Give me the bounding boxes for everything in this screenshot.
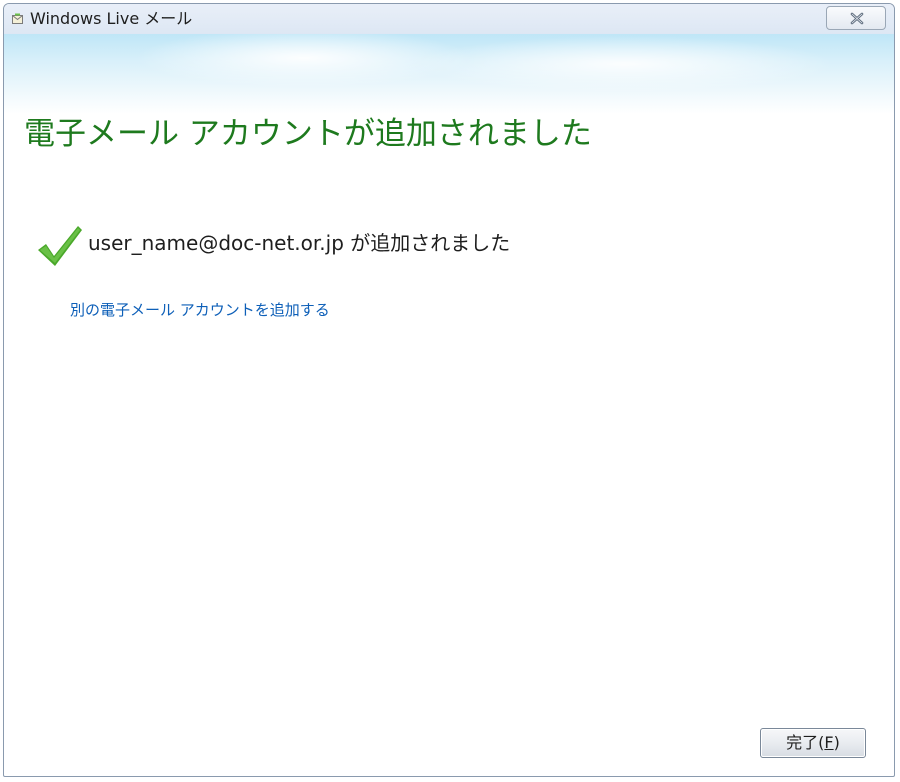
status-message: user_name@doc-net.or.jp が追加されました bbox=[88, 230, 510, 256]
dialog-window: Windows Live メール 電子メール アカウントが追加されました use… bbox=[3, 3, 895, 777]
finish-mnemonic: F bbox=[824, 733, 834, 752]
finish-button[interactable]: 完了(F) bbox=[760, 728, 866, 758]
windows-live-mail-icon bbox=[12, 13, 23, 24]
finish-label-suffix: ) bbox=[833, 733, 840, 752]
finish-label-prefix: 完了( bbox=[786, 733, 825, 752]
account-email: user_name@doc-net.or.jp bbox=[88, 231, 344, 255]
close-icon bbox=[850, 12, 864, 25]
status-suffix: が追加されました bbox=[350, 231, 511, 255]
checkmark-icon bbox=[38, 226, 82, 266]
close-button[interactable] bbox=[826, 6, 886, 30]
add-another-account-link[interactable]: 別の電子メール アカウントを追加する bbox=[70, 300, 330, 320]
header-banner bbox=[4, 34, 894, 114]
page-title: 電子メール アカウントが追加されました bbox=[24, 116, 592, 152]
title-bar: Windows Live メール bbox=[4, 4, 894, 34]
window-title: Windows Live メール bbox=[30, 9, 193, 28]
